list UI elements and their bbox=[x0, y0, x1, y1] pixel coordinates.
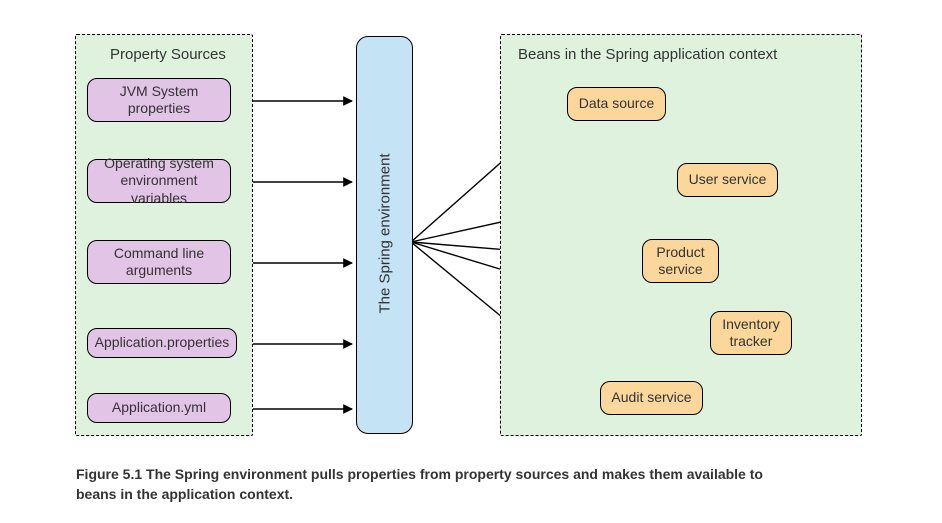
bean-user-service: User service bbox=[677, 163, 778, 197]
source-jvm-system-properties: JVM System properties bbox=[87, 78, 231, 122]
bean-label: Audit service bbox=[611, 389, 691, 407]
bean-inventory-tracker: Inventory tracker bbox=[710, 311, 792, 355]
source-application-yml: Application.yml bbox=[87, 393, 231, 423]
figure-caption: Figure 5.1 The Spring environment pulls … bbox=[76, 464, 796, 505]
beans-title: Beans in the Spring application context bbox=[518, 46, 777, 63]
source-label: Command line arguments bbox=[94, 245, 224, 280]
source-application-properties: Application.properties bbox=[87, 328, 237, 358]
property-sources-title: Property Sources bbox=[110, 46, 226, 63]
source-label: Operating system environment variables bbox=[94, 155, 224, 208]
source-command-line-args: Command line arguments bbox=[87, 240, 231, 284]
beans-panel bbox=[500, 34, 862, 436]
spring-environment-label: The Spring environment bbox=[377, 154, 394, 314]
source-label: Application.properties bbox=[95, 334, 230, 352]
bean-label: Data source bbox=[579, 95, 654, 113]
diagram-stage: Property Sources JVM System properties O… bbox=[0, 0, 942, 523]
source-label: Application.yml bbox=[112, 399, 206, 417]
bean-data-source: Data source bbox=[567, 87, 666, 121]
bean-label: Product service bbox=[649, 244, 712, 279]
bean-audit-service: Audit service bbox=[600, 381, 703, 415]
bean-label: Inventory tracker bbox=[717, 316, 785, 351]
source-label: JVM System properties bbox=[94, 83, 224, 118]
bean-label: User service bbox=[689, 171, 767, 189]
source-os-env-vars: Operating system environment variables bbox=[87, 159, 231, 203]
bean-product-service: Product service bbox=[642, 239, 719, 283]
